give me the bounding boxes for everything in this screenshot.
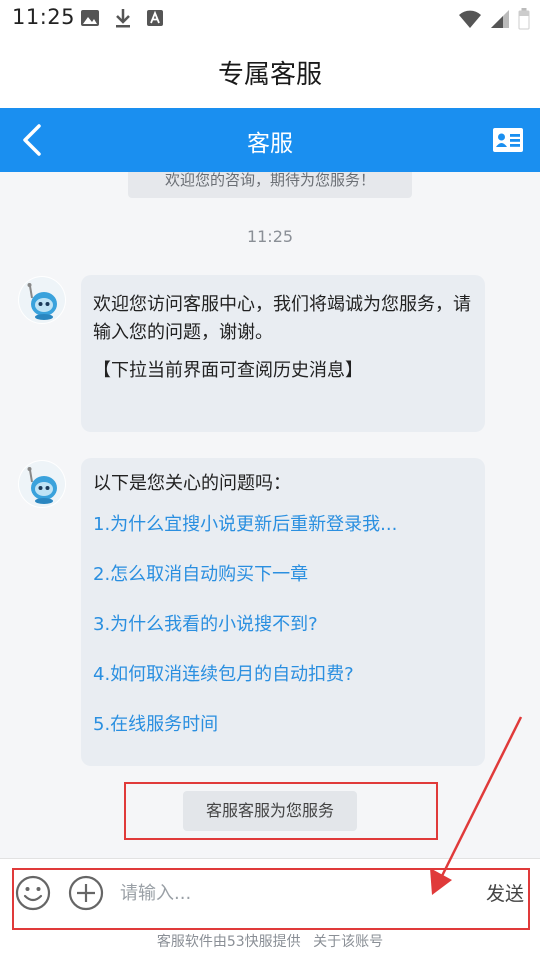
page-title: 专属客服: [217, 60, 322, 90]
download-icon: [116, 9, 130, 28]
annotation-box-input: [12, 868, 530, 930]
status-time: 11:25: [12, 5, 76, 29]
agent-avatar: [18, 276, 66, 324]
battery-icon: [518, 8, 530, 30]
robot-avatar-icon: [19, 277, 65, 323]
welcome-message-text: 欢迎您访问客服中心，我们将竭诚为您服务，请输入您的问题，谢谢。: [93, 294, 471, 343]
wifi-icon: [459, 10, 481, 28]
faq-link-2[interactable]: 2.怎么取消自动购买下一章: [93, 562, 471, 588]
faq-link-4[interactable]: 4.如何取消连续包月的自动扣费?: [93, 662, 471, 688]
about-account-link[interactable]: 关于该账号: [313, 934, 383, 950]
welcome-notice: 欢迎您的咨询，期待为您服务！: [128, 172, 412, 198]
message-bubble-welcome: 欢迎您访问客服中心，我们将竭诚为您服务，请输入您的问题，谢谢。 【下拉当前界面可…: [81, 275, 485, 432]
message-timestamp: 11:25: [246, 227, 294, 246]
image-icon: [81, 10, 99, 26]
contact-card-icon: [493, 128, 523, 152]
nav-bar: 客服: [0, 108, 540, 172]
faq-intro-text: 以下是您关心的问题吗：: [93, 473, 291, 494]
a-letter-icon: [147, 10, 163, 26]
signal-icon: [491, 10, 509, 28]
faq-link-5[interactable]: 5.在线服务时间: [93, 712, 471, 738]
provider-text: 客服软件由53快服提供: [156, 934, 301, 950]
agent-avatar: [18, 460, 66, 508]
contact-card-button[interactable]: [492, 125, 524, 155]
chat-area[interactable]: 欢迎您的咨询，期待为您服务！ 11:25 欢迎您访问客服中心，我们将竭诚为您服务…: [0, 172, 540, 858]
status-bar: 11:25: [0, 0, 540, 36]
message-bubble-faq: 以下是您关心的问题吗： 1.为什么宜搜小说更新后重新登录我... 2.怎么取消自…: [81, 458, 485, 766]
faq-link-3[interactable]: 3.为什么我看的小说搜不到?: [93, 612, 471, 638]
history-hint-text: 【下拉当前界面可查阅历史消息】: [93, 360, 363, 381]
nav-title: 客服: [247, 131, 293, 157]
footer: 客服软件由53快服提供 关于该账号: [0, 930, 540, 960]
page-header: 专属客服: [0, 36, 540, 108]
status-notification-icons: [80, 8, 164, 28]
robot-avatar-icon: [19, 461, 65, 507]
faq-link-1[interactable]: 1.为什么宜搜小说更新后重新登录我...: [93, 512, 471, 538]
annotation-box-service: [124, 782, 438, 840]
status-system-icons: [458, 8, 530, 30]
